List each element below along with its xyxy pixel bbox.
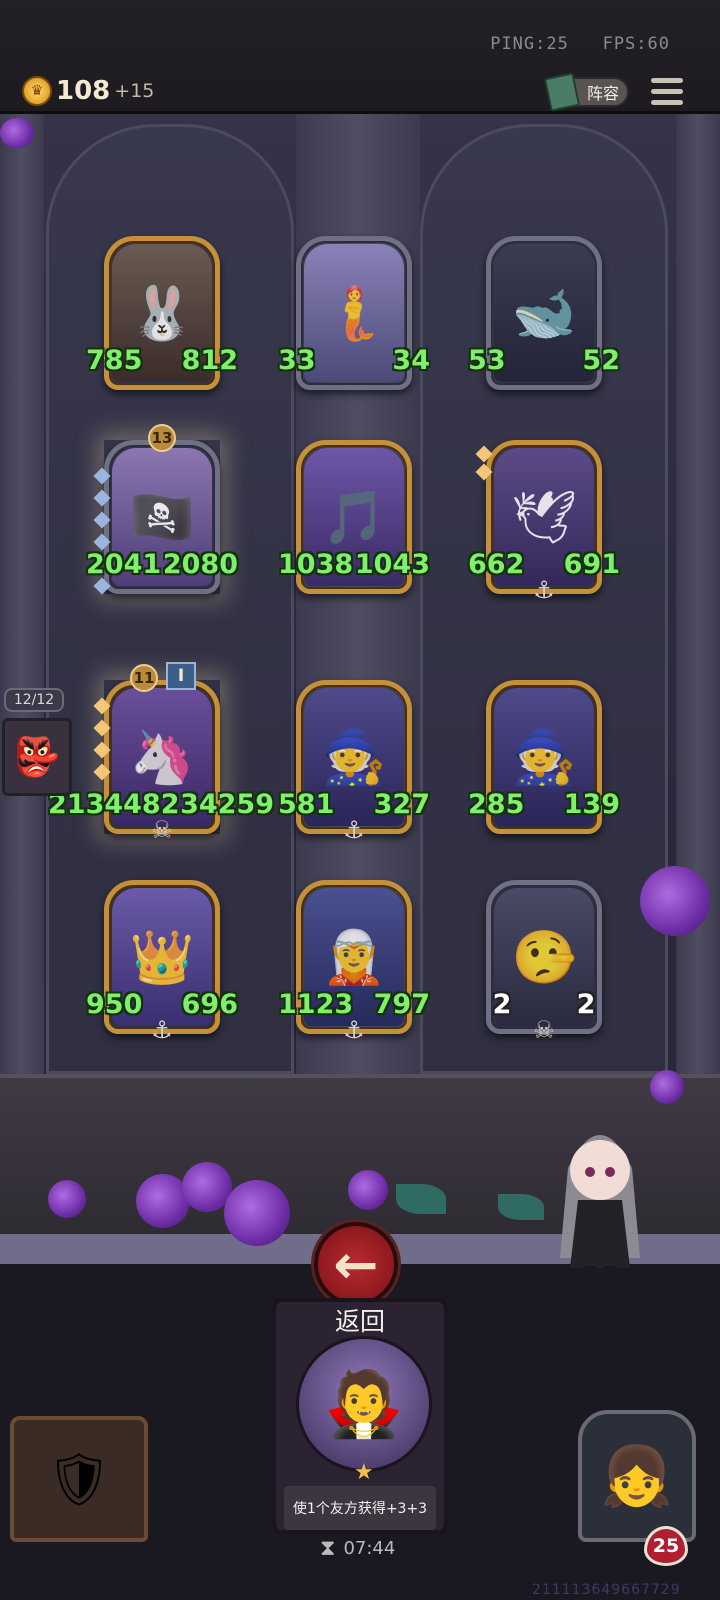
timer-value: 07:44 [343,1538,396,1559]
minion-card[interactable]: 🐰 785 812 [86,236,238,390]
health-value: 2 [576,988,596,1020]
lineup-button[interactable]: 阵容 [543,72,629,112]
minion-card[interactable]: 🏴‍☠️ 13 2041 2080 [86,424,238,595]
fps-readout: FPS:60 [602,34,670,54]
attack-stat: 1038 [278,548,354,580]
portrait-whale-icon: 🐋 [494,244,594,382]
health-stat: 1043 [354,548,430,580]
minion-card[interactable]: 🕊 662 691 ⚓ [468,440,620,604]
minion-card[interactable]: 🎵 1038 1043 [278,440,430,594]
health-stat: 139 [563,788,620,820]
menu-icon[interactable] [651,78,683,106]
player-avatar-figure [548,1108,652,1284]
level-badge: 13 [148,424,176,452]
attack-stat: 33 [278,344,316,376]
knight-helmet-icon: 🛡 [45,1449,112,1510]
queued-card[interactable]: 👺 [2,718,72,796]
health-stat: 34259 [180,788,274,820]
star-icon: ★ [354,1460,374,1485]
rose-decoration [0,118,34,148]
rose-decoration [224,1180,290,1246]
minion-card[interactable]: 🧜 33 34 [278,236,430,390]
hourglass-icon: ⧗ [320,1536,336,1561]
minion-card[interactable]: 🧙 285 139 [468,680,620,834]
opponent-portrait[interactable]: 🛡 [10,1416,148,1542]
player-hero-portrait[interactable]: 👧 [578,1410,696,1542]
gold-coin-icon: ♛ [22,76,52,106]
skull-icon: ☠ [533,1016,555,1044]
player-id: 211113649667729 [532,1582,681,1598]
skull-icon: ☠ [151,816,173,844]
health-heart-icon: 25 [644,1526,688,1566]
attack-stat: 2041 [86,548,162,580]
queue-count: 12/12 [4,688,64,712]
back-button[interactable]: ← [314,1222,398,1306]
attack-value: 2 [492,988,512,1020]
hero-power-card[interactable]: 返回 🧛 ★ 使1个友方获得+3+3 [272,1298,448,1534]
rose-decoration [640,866,710,936]
rose-decoration [48,1180,86,1218]
health-stat: 2080 [162,548,238,580]
turn-timer: ⧗ 07:44 [320,1536,395,1561]
hero-card-title: 返回 [334,1307,385,1336]
minion-card[interactable]: 🐋 53 52 [468,236,620,390]
rose-decoration [348,1170,388,1210]
attack-stat: 285 [468,788,525,820]
health-stat: 797 [373,988,430,1020]
health-stat: 327 [373,788,430,820]
gold-display: ♛ 108 +15 [22,76,154,106]
anchor-icon: ⚓ [533,576,555,604]
gold-amount: 108 [56,76,111,106]
girl-with-bear-icon: 👧 [600,1441,674,1510]
attack-stat: 2 [484,986,520,1022]
health-stat: 812 [181,344,238,376]
attack-stat: 53 [468,344,506,376]
portrait-sea-princess-icon: 🧜 [304,244,404,382]
anchor-icon: ⚓ [151,1016,173,1044]
arrow-left-icon: ← [333,1232,379,1296]
minion-card[interactable]: 🦄 11 I 2134482 34259 ☠ [48,662,274,844]
minion-card[interactable]: 🤥 2 2 ☠ [484,880,604,1044]
book-icon [543,72,581,112]
attack-stat: 581 [278,788,335,820]
leaf-decoration [396,1184,446,1214]
attack-stat: 785 [86,344,143,376]
hero-portrait-icon: 🧛 [296,1336,432,1472]
anchor-icon: ⚓ [343,816,365,844]
minion-card[interactable]: 👑 950 696 ⚓ [86,880,238,1044]
attack-stat: 950 [86,988,143,1020]
health-stat: 34 [392,344,430,376]
tier-badge: I [166,662,196,690]
network-stats: PING:25 FPS:60 [490,34,670,54]
rose-decoration [650,1070,684,1104]
goblin-portrait-icon: 👺 [13,734,61,779]
minion-card[interactable]: 🧙 581 327 ⚓ [278,680,430,844]
attack-stat: 662 [468,548,525,580]
level-badge: 11 [130,664,158,692]
lineup-label: 阵容 [586,84,619,103]
ping-readout: PING:25 [490,34,569,54]
gold-income: +15 [114,80,155,102]
health-stat: 2 [568,986,604,1022]
health-stat: 691 [563,548,620,580]
minion-card[interactable]: 🧝 1123 797 ⚓ [278,880,430,1044]
top-bar: PING:25 FPS:60 ♛ 108 +15 阵容 [0,0,720,114]
leaf-decoration [498,1194,544,1220]
player-health: 25 [652,1535,680,1557]
health-stat: 52 [582,344,620,376]
anchor-icon: ⚓ [343,1016,365,1044]
hero-power-description: 使1个友方获得+3+3 [284,1486,436,1530]
health-stat: 696 [181,988,238,1020]
